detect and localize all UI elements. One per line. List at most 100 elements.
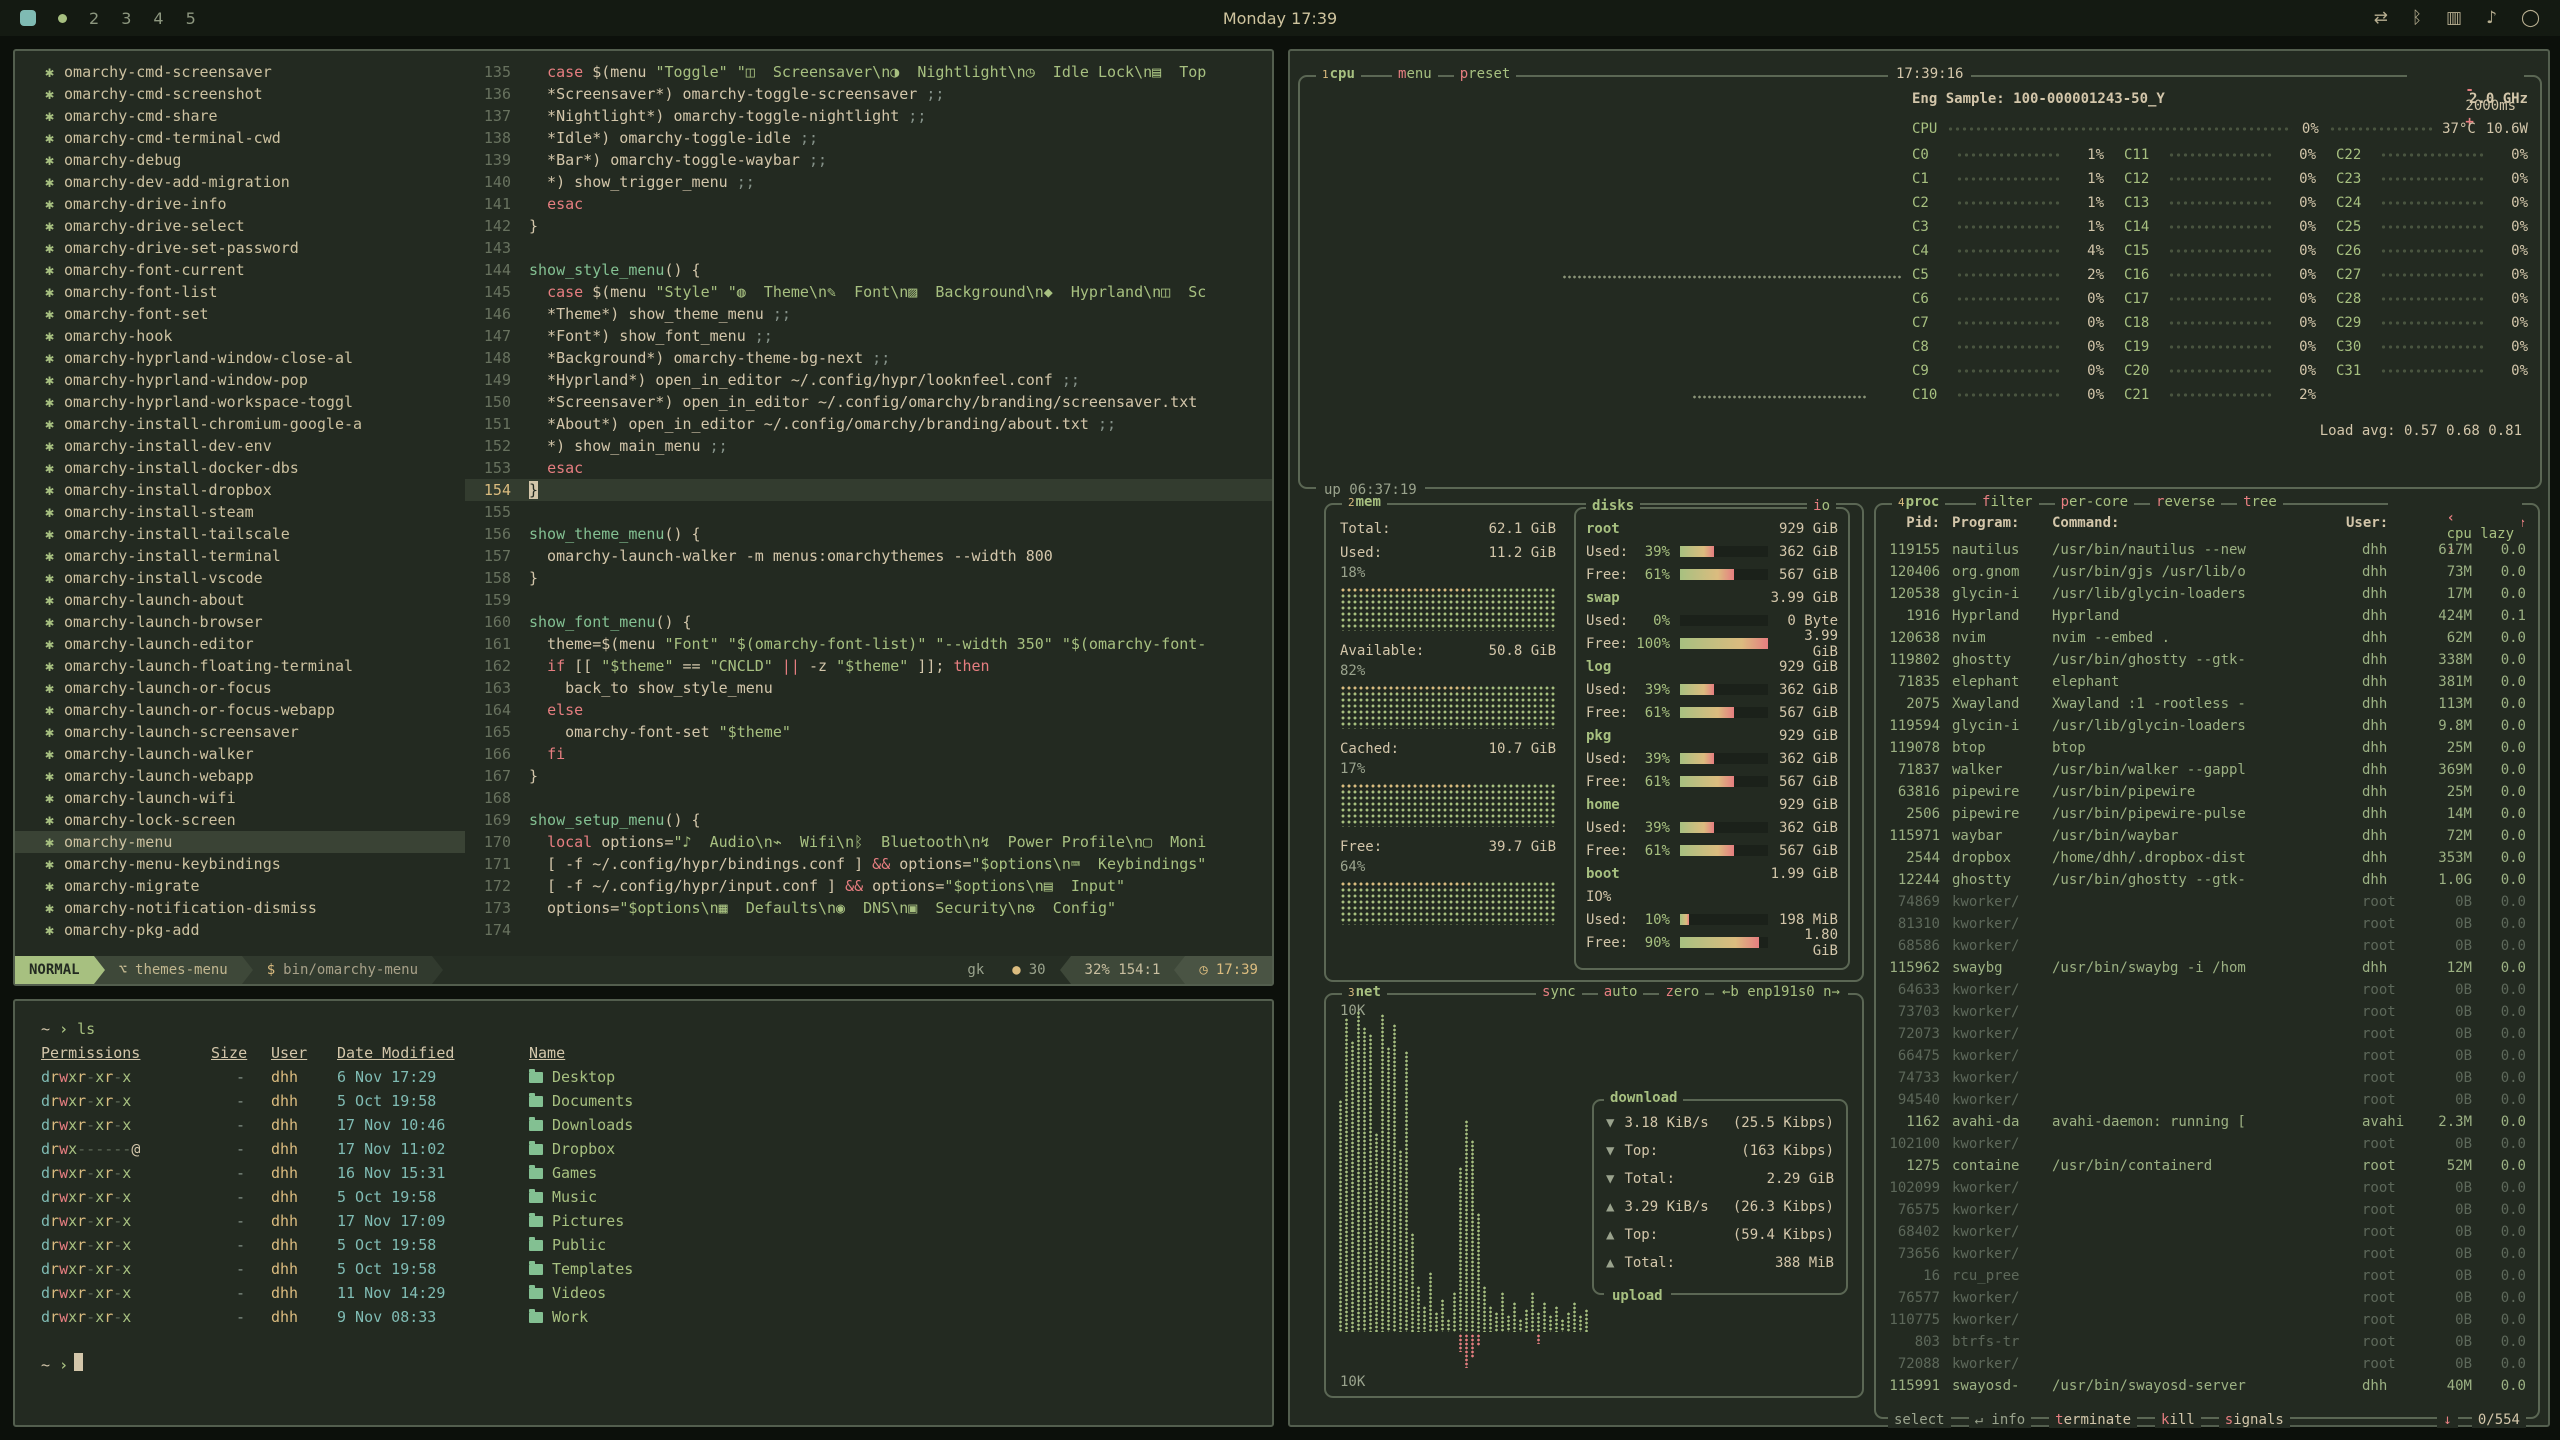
preset-button[interactable]: preset: [1454, 66, 1517, 82]
process-row[interactable]: 1162avahi-daavahi-daemon: running [avahi…: [1876, 1111, 2538, 1133]
scroll-down-icon[interactable]: ↓: [2437, 1412, 2457, 1428]
process-row[interactable]: 71837walker/usr/bin/walker --gappldhh369…: [1876, 759, 2538, 781]
file-item[interactable]: ✱omarchy-launch-screensaver: [15, 721, 465, 743]
file-item[interactable]: ✱omarchy-drive-select: [15, 215, 465, 237]
file-item[interactable]: ✱omarchy-font-current: [15, 259, 465, 281]
file-item[interactable]: ✱omarchy-pkg-add: [15, 919, 465, 941]
file-item[interactable]: ✱omarchy-dev-add-migration: [15, 171, 465, 193]
process-row[interactable]: 1916HyprlandHyprlanddhh424M0.1: [1876, 605, 2538, 627]
file-item[interactable]: ✱omarchy-font-set: [15, 303, 465, 325]
filter-button[interactable]: filter: [1976, 494, 2039, 510]
workspace-5[interactable]: 5: [186, 9, 196, 28]
file-item[interactable]: ✱omarchy-install-chromium-google-a: [15, 413, 465, 435]
process-row[interactable]: 68586kworker/root0B0.0: [1876, 935, 2538, 957]
file-item[interactable]: ✱omarchy-launch-or-focus-webapp: [15, 699, 465, 721]
file-item[interactable]: ✱omarchy-cmd-terminal-cwd: [15, 127, 465, 149]
process-row[interactable]: 16rcu_preeroot0B0.0: [1876, 1265, 2538, 1287]
net-interface[interactable]: ←b enp191s0 n→: [1714, 984, 1848, 1000]
file-item[interactable]: ✱omarchy-cmd-screenshot: [15, 83, 465, 105]
process-row[interactable]: 1275containe/usr/bin/containerdroot52M0.…: [1876, 1155, 2538, 1177]
process-row[interactable]: 81310kworker/root0B0.0: [1876, 913, 2538, 935]
code-pane[interactable]: 135 case $(menu "Toggle" "◫ Screensaver\…: [465, 51, 1272, 956]
process-row[interactable]: 76575kworker/root0B0.0: [1876, 1199, 2538, 1221]
file-item[interactable]: ✱omarchy-launch-wifi: [15, 787, 465, 809]
workspace-2[interactable]: 2: [89, 9, 99, 28]
file-item[interactable]: ✱omarchy-install-dev-env: [15, 435, 465, 457]
process-row[interactable]: 72073kworker/root0B0.0: [1876, 1023, 2538, 1045]
volume-icon[interactable]: ♪: [2486, 8, 2497, 28]
file-item[interactable]: ✱omarchy-drive-set-password: [15, 237, 465, 259]
file-item[interactable]: ✱omarchy-launch-floating-terminal: [15, 655, 465, 677]
process-row[interactable]: 72088kworker/root0B0.0: [1876, 1353, 2538, 1375]
tree-button[interactable]: tree: [2237, 494, 2283, 510]
file-item[interactable]: ✱omarchy-launch-browser: [15, 611, 465, 633]
prompt-line[interactable]: ~ ›: [41, 1353, 1246, 1377]
process-row[interactable]: 119155nautilus/usr/bin/nautilus --newdhh…: [1876, 539, 2538, 561]
file-item[interactable]: ✱omarchy-hook: [15, 325, 465, 347]
process-row[interactable]: 119078btopbtopdhh25M0.0: [1876, 737, 2538, 759]
process-row[interactable]: 73703kworker/root0B0.0: [1876, 1001, 2538, 1023]
file-item[interactable]: ✱omarchy-launch-webapp: [15, 765, 465, 787]
io-button[interactable]: io: [1807, 498, 1836, 514]
process-row[interactable]: 71835elephantelephantdhh381M0.0: [1876, 671, 2538, 693]
workspace-3[interactable]: 3: [121, 9, 131, 28]
file-item[interactable]: ✱omarchy-launch-or-focus: [15, 677, 465, 699]
file-item[interactable]: ✱omarchy-install-tailscale: [15, 523, 465, 545]
process-row[interactable]: 74869kworker/root0B0.0: [1876, 891, 2538, 913]
file-item[interactable]: ✱omarchy-menu-keybindings: [15, 853, 465, 875]
per-core-button[interactable]: per-core: [2055, 494, 2134, 510]
process-row[interactable]: 120538glycin-i/usr/lib/glycin-loadersdhh…: [1876, 583, 2538, 605]
process-row[interactable]: 2544dropbox/home/dhh/.dropbox-distdhh353…: [1876, 847, 2538, 869]
workspace-4[interactable]: 4: [153, 9, 163, 28]
process-row[interactable]: 119594glycin-i/usr/lib/glycin-loadersdhh…: [1876, 715, 2538, 737]
bluetooth-icon[interactable]: ᛒ: [2412, 8, 2422, 28]
file-item[interactable]: ✱omarchy-lock-screen: [15, 809, 465, 831]
process-row[interactable]: 110775kworker/root0B0.0: [1876, 1309, 2538, 1331]
terminal-window[interactable]: ~ › ls PermissionsSizeUserDate ModifiedN…: [13, 999, 1274, 1427]
kill-button[interactable]: kill: [2155, 1412, 2201, 1428]
process-row[interactable]: 115971waybar/usr/bin/waybardhh72M0.0: [1876, 825, 2538, 847]
file-item[interactable]: ✱omarchy-launch-editor: [15, 633, 465, 655]
file-item[interactable]: ✱omarchy-migrate: [15, 875, 465, 897]
reverse-button[interactable]: reverse: [2150, 494, 2221, 510]
file-item[interactable]: ✱omarchy-cmd-share: [15, 105, 465, 127]
file-item[interactable]: ✱omarchy-hyprland-window-pop: [15, 369, 465, 391]
process-row[interactable]: 120638nvimnvim --embed .dhh62M0.0: [1876, 627, 2538, 649]
file-item[interactable]: ✱omarchy-debug: [15, 149, 465, 171]
process-row[interactable]: 120406org.gnom/usr/bin/gjs /usr/lib/odhh…: [1876, 561, 2538, 583]
process-list[interactable]: 119155nautilus/usr/bin/nautilus --newdhh…: [1876, 539, 2538, 1403]
power-icon[interactable]: ◯: [2521, 8, 2540, 28]
file-item[interactable]: ✱omarchy-install-dropbox: [15, 479, 465, 501]
file-item[interactable]: ✱omarchy-cmd-screensaver: [15, 61, 465, 83]
file-item[interactable]: ✱omarchy-drive-info: [15, 193, 465, 215]
process-row[interactable]: 803btrfs-trroot0B0.0: [1876, 1331, 2538, 1353]
process-row[interactable]: 63816pipewire/usr/bin/pipewiredhh25M0.0: [1876, 781, 2538, 803]
file-item[interactable]: ✱omarchy-launch-about: [15, 589, 465, 611]
file-item[interactable]: ✱omarchy-install-docker-dbs: [15, 457, 465, 479]
auto-button[interactable]: auto: [1598, 984, 1644, 1000]
process-row[interactable]: 12244ghostty/usr/bin/ghostty --gtk-dhh1.…: [1876, 869, 2538, 891]
process-row[interactable]: 115991swayosd-/usr/bin/swayosd-serverdhh…: [1876, 1375, 2538, 1397]
sync-button[interactable]: sync: [1536, 984, 1582, 1000]
editor-window[interactable]: ✱omarchy-cmd-screensaver✱omarchy-cmd-scr…: [13, 49, 1274, 986]
process-row[interactable]: 64633kworker/root0B0.0: [1876, 979, 2538, 1001]
process-row[interactable]: 115962swaybg/usr/bin/swaybg -i /homdhh12…: [1876, 957, 2538, 979]
process-row[interactable]: 102099kworker/root0B0.0: [1876, 1177, 2538, 1199]
file-item[interactable]: ✱omarchy-install-vscode: [15, 567, 465, 589]
signals-button[interactable]: signals: [2219, 1412, 2290, 1428]
btop-window[interactable]: 1 cpu menupreset 17:39:16 - 2000ms + Eng…: [1288, 49, 2550, 1427]
process-row[interactable]: 76577kworker/root0B0.0: [1876, 1287, 2538, 1309]
file-item[interactable]: ✱omarchy-hyprland-workspace-toggl: [15, 391, 465, 413]
zero-button[interactable]: zero: [1659, 984, 1705, 1000]
file-item[interactable]: ✱omarchy-launch-walker: [15, 743, 465, 765]
file-item[interactable]: ✱omarchy-notification-dismiss: [15, 897, 465, 919]
file-item[interactable]: ✱omarchy-install-steam: [15, 501, 465, 523]
file-item[interactable]: ✱omarchy-font-list: [15, 281, 465, 303]
active-workspace-icon[interactable]: [20, 10, 36, 26]
process-row[interactable]: 66475kworker/root0B0.0: [1876, 1045, 2538, 1067]
network-arrows-icon[interactable]: ⇄: [2374, 8, 2388, 28]
file-item[interactable]: ✱omarchy-menu: [15, 831, 465, 853]
process-row[interactable]: 102100kworker/root0B0.0: [1876, 1133, 2538, 1155]
process-row[interactable]: 74733kworker/root0B0.0: [1876, 1067, 2538, 1089]
process-row[interactable]: 94540kworker/root0B0.0: [1876, 1089, 2538, 1111]
